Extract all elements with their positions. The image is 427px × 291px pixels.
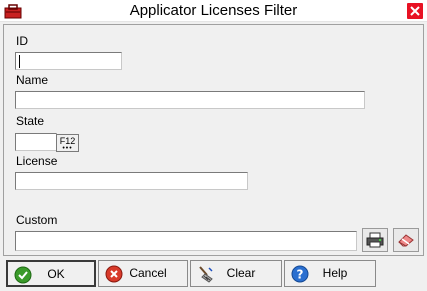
name-field[interactable] bbox=[15, 91, 365, 109]
printer-icon bbox=[366, 232, 384, 248]
title-bar: Applicator Licenses Filter bbox=[0, 0, 427, 22]
cancel-label: Cancel bbox=[129, 266, 167, 280]
button-bar: OK Cancel Clear ? Help bbox=[0, 258, 427, 291]
text-caret bbox=[19, 55, 20, 68]
state-lookup-button[interactable]: F12 ••• bbox=[56, 134, 79, 152]
clear-button[interactable]: Clear bbox=[190, 260, 282, 287]
help-label: Help bbox=[322, 266, 348, 280]
ok-button[interactable]: OK bbox=[6, 260, 96, 287]
custom-label: Custom bbox=[16, 213, 58, 227]
id-field[interactable] bbox=[15, 52, 122, 70]
state-field[interactable] bbox=[15, 133, 57, 151]
ok-label: OK bbox=[47, 267, 65, 281]
print-button[interactable] bbox=[362, 228, 388, 252]
name-label: Name bbox=[16, 73, 49, 87]
eraser-icon bbox=[398, 234, 414, 247]
license-label: License bbox=[16, 154, 58, 168]
close-icon[interactable] bbox=[407, 3, 423, 19]
lookup-dots-icon: ••• bbox=[62, 145, 73, 152]
state-label: State bbox=[16, 114, 45, 128]
clear-label: Clear bbox=[226, 266, 256, 280]
cancel-button[interactable]: Cancel bbox=[98, 260, 188, 287]
id-label: ID bbox=[16, 34, 28, 48]
license-field[interactable] bbox=[15, 172, 248, 190]
help-button[interactable]: ? Help bbox=[284, 260, 376, 287]
erase-button[interactable] bbox=[393, 228, 419, 252]
custom-field[interactable] bbox=[15, 231, 357, 251]
window-title: Applicator Licenses Filter bbox=[129, 2, 298, 19]
